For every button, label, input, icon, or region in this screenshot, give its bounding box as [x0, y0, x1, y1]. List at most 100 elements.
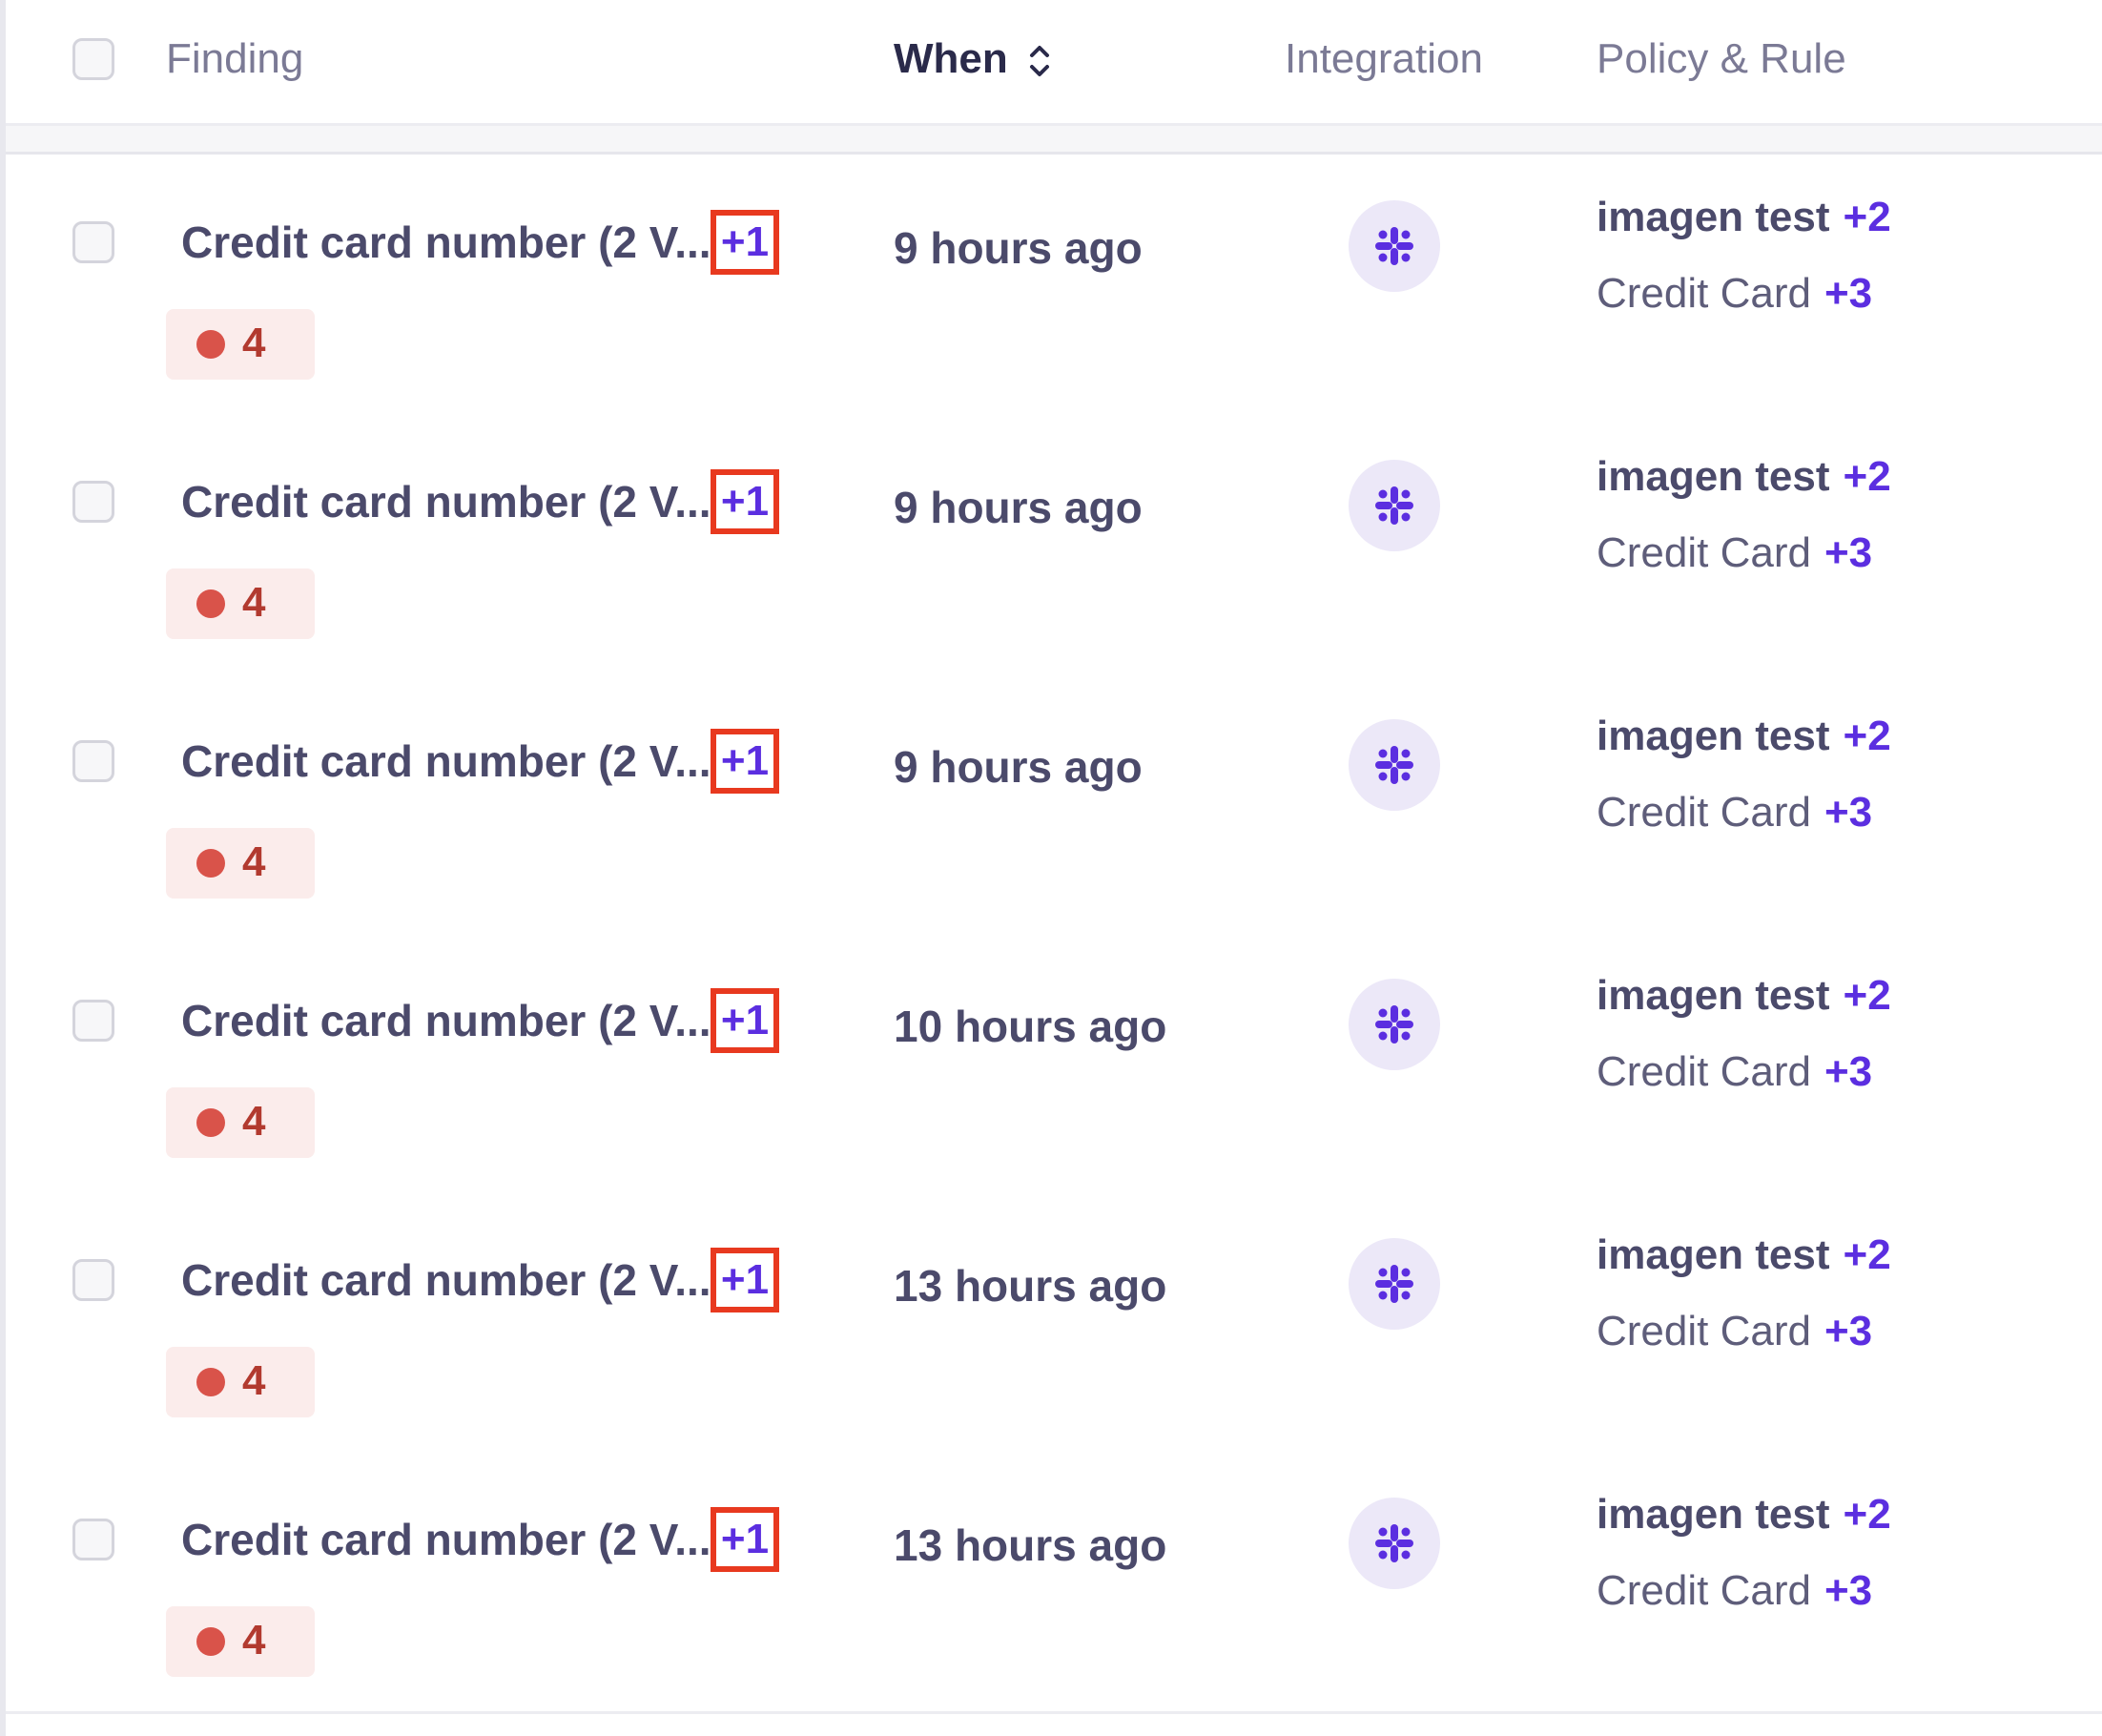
- finding-title[interactable]: Credit card number (2 V...: [181, 216, 711, 269]
- policy-label: imagen test: [1597, 194, 1830, 240]
- slack-icon: [1375, 227, 1413, 265]
- when-timestamp: 9 hours ago: [894, 483, 1143, 532]
- rule-more-badge[interactable]: +3: [1824, 1048, 1872, 1095]
- slack-icon: [1375, 486, 1413, 525]
- severity-count: 4: [242, 320, 266, 366]
- table-row[interactable]: Credit card number (2 V... +1 4 10 hours…: [6, 933, 2102, 1195]
- rule-name[interactable]: Credit Card +3: [1597, 1045, 1872, 1099]
- row-checkbox[interactable]: [72, 1519, 114, 1560]
- row-checkbox[interactable]: [72, 740, 114, 782]
- when-timestamp: 10 hours ago: [894, 1002, 1167, 1051]
- integration-button[interactable]: [1349, 979, 1440, 1070]
- policy-name[interactable]: imagen test +2: [1597, 191, 1891, 244]
- rule-label: Credit Card: [1597, 1567, 1811, 1614]
- table-row[interactable]: Credit card number (2 V... +1 4 9 hours …: [6, 414, 2102, 676]
- table-row[interactable]: Credit card number (2 V... +1 4 9 hours …: [6, 155, 2102, 417]
- severity-dot-icon: [196, 1108, 225, 1137]
- severity-badge: 4: [166, 828, 315, 899]
- findings-table: Finding When Integration Policy & Rule C…: [0, 0, 2102, 1736]
- policy-more-badge[interactable]: +2: [1844, 972, 1891, 1019]
- finding-more-badge[interactable]: +1: [711, 1248, 779, 1312]
- finding-more-badge[interactable]: +1: [711, 729, 779, 794]
- rule-more-badge[interactable]: +3: [1824, 270, 1872, 317]
- severity-badge: 4: [166, 568, 315, 639]
- policy-more-badge[interactable]: +2: [1844, 453, 1891, 500]
- finding-title[interactable]: Credit card number (2 V...: [181, 734, 711, 788]
- severity-dot-icon: [196, 849, 225, 878]
- policy-more-badge[interactable]: +2: [1844, 713, 1891, 759]
- policy-name[interactable]: imagen test +2: [1597, 969, 1891, 1023]
- rule-label: Credit Card: [1597, 789, 1811, 836]
- rule-more-badge[interactable]: +3: [1824, 1308, 1872, 1354]
- policy-label: imagen test: [1597, 1231, 1830, 1278]
- finding-more-badge[interactable]: +1: [711, 988, 779, 1053]
- row-checkbox[interactable]: [72, 1259, 114, 1301]
- policy-more-badge[interactable]: +2: [1844, 194, 1891, 240]
- header-divider: [6, 126, 2102, 155]
- table-row[interactable]: Credit card number (2 V... +1 4 13 hours…: [6, 1192, 2102, 1455]
- severity-badge: 4: [166, 1347, 315, 1417]
- when-timestamp: 13 hours ago: [894, 1261, 1167, 1311]
- row-checkbox[interactable]: [72, 1000, 114, 1042]
- finding-more-badge[interactable]: +1: [711, 1507, 779, 1572]
- when-timestamp: 9 hours ago: [894, 742, 1143, 792]
- policy-name[interactable]: imagen test +2: [1597, 1229, 1891, 1282]
- rule-more-badge[interactable]: +3: [1824, 1567, 1872, 1614]
- column-header-integration: Integration: [1285, 35, 1483, 82]
- row-checkbox[interactable]: [72, 221, 114, 263]
- policy-name[interactable]: imagen test +2: [1597, 450, 1891, 504]
- column-header-finding: Finding: [166, 35, 304, 82]
- row-checkbox[interactable]: [72, 481, 114, 523]
- severity-count: 4: [242, 1617, 266, 1664]
- integration-button[interactable]: [1349, 1498, 1440, 1589]
- severity-badge: 4: [166, 1087, 315, 1158]
- rule-name[interactable]: Credit Card +3: [1597, 267, 1872, 320]
- finding-title[interactable]: Credit card number (2 V...: [181, 1253, 711, 1307]
- rule-name[interactable]: Credit Card +3: [1597, 1305, 1872, 1358]
- when-timestamp: 9 hours ago: [894, 223, 1143, 273]
- policy-more-badge[interactable]: +2: [1844, 1231, 1891, 1278]
- policy-label: imagen test: [1597, 453, 1830, 500]
- integration-button[interactable]: [1349, 1238, 1440, 1330]
- rule-label: Credit Card: [1597, 270, 1811, 317]
- rule-name[interactable]: Credit Card +3: [1597, 527, 1872, 580]
- sort-icon[interactable]: [1026, 40, 1053, 82]
- rule-label: Credit Card: [1597, 1308, 1811, 1354]
- integration-button[interactable]: [1349, 200, 1440, 292]
- rule-more-badge[interactable]: +3: [1824, 529, 1872, 576]
- finding-title[interactable]: Credit card number (2 V...: [181, 475, 711, 528]
- column-header-when[interactable]: When: [894, 34, 1008, 84]
- policy-more-badge[interactable]: +2: [1844, 1491, 1891, 1538]
- policy-label: imagen test: [1597, 713, 1830, 759]
- finding-more-badge[interactable]: +1: [711, 469, 779, 534]
- severity-count: 4: [242, 1098, 266, 1145]
- rule-name[interactable]: Credit Card +3: [1597, 1564, 1872, 1618]
- slack-icon: [1375, 1005, 1413, 1044]
- finding-more-badge[interactable]: +1: [711, 210, 779, 275]
- policy-name[interactable]: imagen test +2: [1597, 710, 1891, 763]
- finding-title[interactable]: Credit card number (2 V...: [181, 1513, 711, 1566]
- severity-dot-icon: [196, 330, 225, 359]
- table-row[interactable]: Credit card number (2 V... +1 4 9 hours …: [6, 673, 2102, 936]
- policy-name[interactable]: imagen test +2: [1597, 1488, 1891, 1541]
- rule-name[interactable]: Credit Card +3: [1597, 786, 1872, 839]
- table-row[interactable]: Credit card number (2 V... +1 4 13 hours…: [6, 1452, 2102, 1714]
- rule-more-badge[interactable]: +3: [1824, 789, 1872, 836]
- policy-label: imagen test: [1597, 972, 1830, 1019]
- severity-dot-icon: [196, 1368, 225, 1396]
- severity-dot-icon: [196, 1627, 225, 1656]
- integration-button[interactable]: [1349, 460, 1440, 551]
- severity-count: 4: [242, 1357, 266, 1404]
- when-timestamp: 13 hours ago: [894, 1520, 1167, 1570]
- finding-title[interactable]: Credit card number (2 V...: [181, 994, 711, 1047]
- select-all-checkbox[interactable]: [72, 38, 114, 80]
- slack-icon: [1375, 1524, 1413, 1562]
- slack-icon: [1375, 1265, 1413, 1303]
- severity-count: 4: [242, 579, 266, 626]
- severity-badge: 4: [166, 1606, 315, 1677]
- column-header-policy-rule: Policy & Rule: [1597, 35, 1846, 82]
- integration-button[interactable]: [1349, 719, 1440, 811]
- slack-icon: [1375, 746, 1413, 784]
- severity-badge: 4: [166, 309, 315, 380]
- severity-count: 4: [242, 838, 266, 885]
